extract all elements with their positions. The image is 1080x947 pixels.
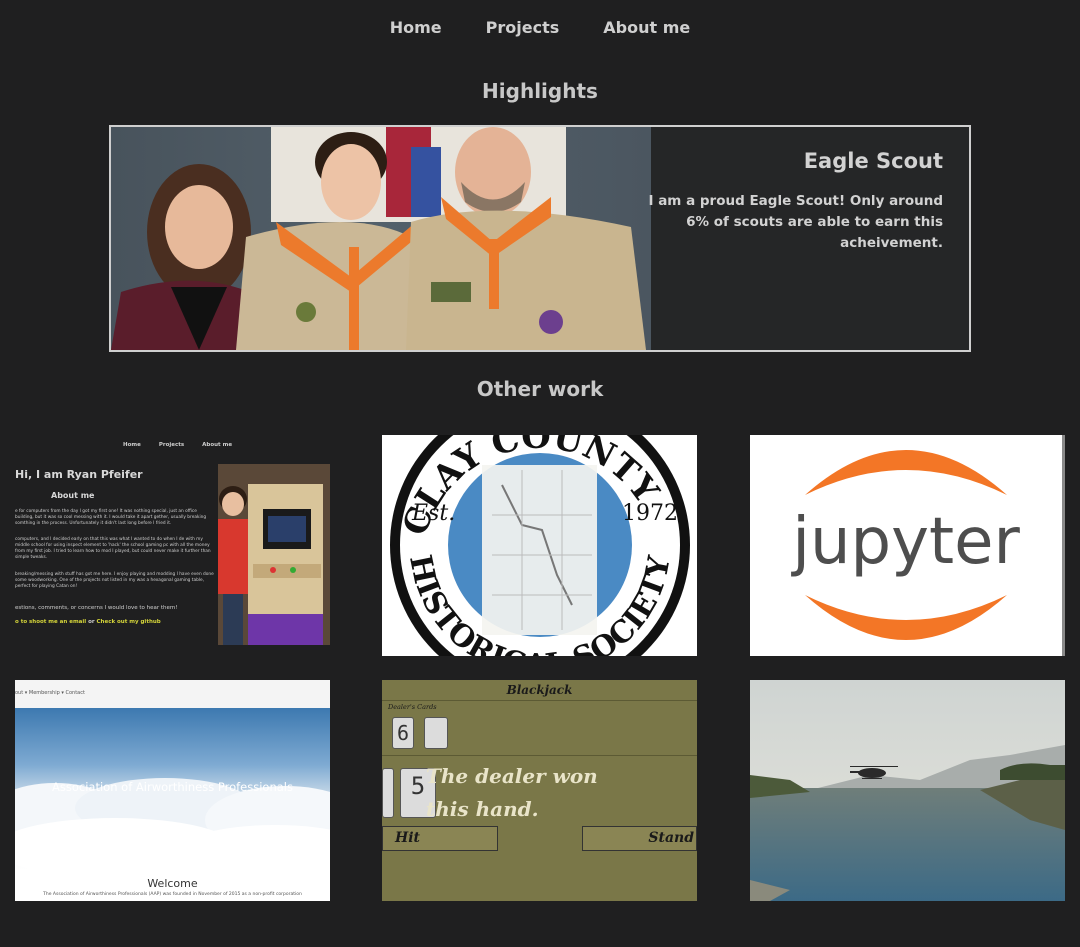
mini-or-text: or bbox=[88, 619, 95, 625]
jupyter-logo: jupyter bbox=[790, 450, 1021, 640]
aap-subtext: The Association of Airworthiness Profess… bbox=[43, 892, 302, 897]
nav-about-link[interactable]: About me bbox=[603, 18, 690, 37]
mini-nav-projects: Projects bbox=[158, 442, 185, 448]
historical-society-logo: CLAY COUNTY HISTORICAL SOCIETY Est. 1972 bbox=[390, 435, 690, 656]
player-card bbox=[382, 768, 394, 818]
mini-about-heading: About me bbox=[51, 491, 95, 500]
mini-email-link: o to shoot me an email bbox=[15, 619, 87, 625]
project-tile-blackjack[interactable]: Blackjack Dealer's Cards 6 5 The dealer … bbox=[382, 680, 697, 901]
project-tile-helicopter-game[interactable] bbox=[750, 680, 1065, 901]
dealer-hidden-card bbox=[424, 717, 448, 749]
mini-paragraph: breaking/messing with stuff has got me h… bbox=[15, 572, 214, 589]
card-title: Eagle Scout bbox=[803, 149, 943, 173]
highlights-heading: Highlights bbox=[482, 79, 598, 103]
project-tile-historical-society[interactable]: CLAY COUNTY HISTORICAL SOCIETY Est. 1972 bbox=[382, 435, 697, 656]
mini-links: o to shoot me an email or Check out my g… bbox=[15, 619, 161, 625]
helicopter-scene bbox=[750, 680, 1065, 901]
mini-paragraph: estions, comments, or concerns I would l… bbox=[15, 605, 178, 611]
stand-button: Stand bbox=[582, 826, 697, 851]
top-nav: Home Projects About me bbox=[0, 18, 1080, 37]
project-tile-portfolio[interactable]: Home Projects About me Hi, I am Ryan Pfe… bbox=[15, 435, 330, 656]
arcade-photo bbox=[218, 464, 330, 645]
eagle-scout-card[interactable]: Eagle Scout I am a proud Eagle Scout! On… bbox=[109, 125, 971, 352]
blackjack-title: Blackjack bbox=[506, 683, 573, 697]
project-tile-aap[interactable]: out ▾ Membership ▾ Contact Association o… bbox=[15, 680, 330, 901]
dealer-card: 6 bbox=[392, 717, 414, 749]
aap-welcome: Welcome bbox=[147, 877, 198, 890]
aap-menu-bar: out ▾ Membership ▾ Contact bbox=[15, 680, 330, 708]
mini-nav-about: About me bbox=[202, 442, 233, 448]
other-work-heading: Other work bbox=[476, 377, 604, 401]
mini-greeting: Hi, I am Ryan Pfeifer bbox=[15, 468, 143, 481]
project-tile-jupyter[interactable]: jupyter bbox=[750, 435, 1065, 656]
eagle-scout-text: Eagle Scout I am a proud Eagle Scout! On… bbox=[643, 149, 943, 254]
eagle-scout-photo bbox=[111, 127, 651, 350]
mini-paragraph: computers, and I decided early on that t… bbox=[15, 537, 211, 560]
mini-paragraph: e for computers from the day I got my fi… bbox=[15, 509, 207, 526]
blackjack-message: The dealer won this hand. bbox=[426, 764, 598, 821]
blackjack-divider bbox=[382, 700, 697, 701]
mini-nav: Home Projects About me bbox=[123, 442, 232, 448]
card-description: I am a proud Eagle Scout! Only around 6%… bbox=[648, 193, 943, 251]
nav-projects-link[interactable]: Projects bbox=[486, 18, 560, 37]
nav-home-link[interactable]: Home bbox=[390, 18, 442, 37]
jupyter-wordmark: jupyter bbox=[790, 505, 1020, 579]
society-est-text: Est. bbox=[411, 501, 455, 526]
hit-button: Hit bbox=[382, 826, 498, 851]
mini-nav-home: Home bbox=[123, 442, 141, 448]
society-year-text: 1972 bbox=[622, 501, 678, 526]
aap-title: Association of Airworthiness Professiona… bbox=[52, 780, 293, 794]
mini-github-link: Check out my github bbox=[96, 619, 161, 625]
aap-menu: out ▾ Membership ▾ Contact bbox=[15, 690, 85, 696]
blackjack-divider bbox=[382, 755, 697, 756]
dealer-label: Dealer's Cards bbox=[388, 703, 437, 711]
